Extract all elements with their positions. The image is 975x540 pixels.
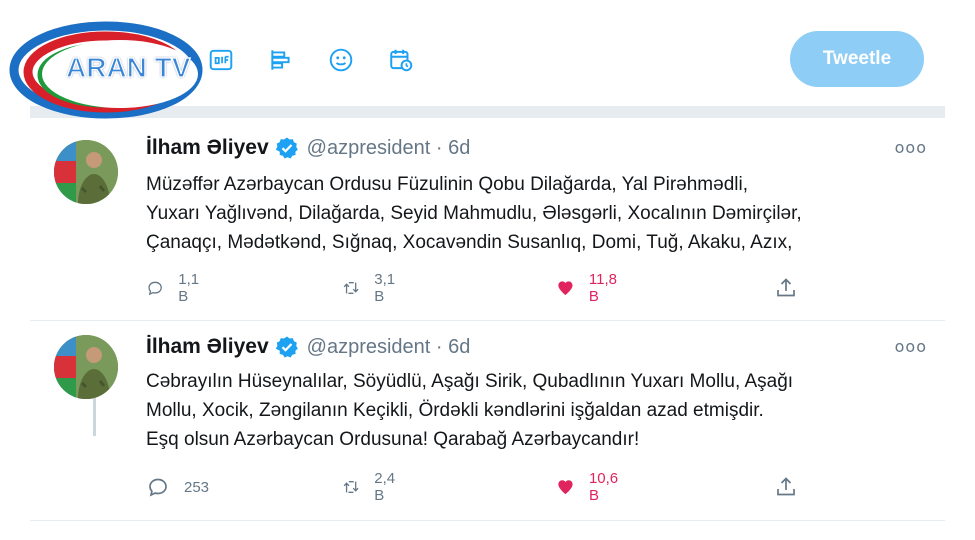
like-count: 10,6 B xyxy=(588,470,619,504)
like-count: 11,8 B xyxy=(588,271,617,305)
retweet-count: 2,4 B xyxy=(374,470,396,504)
reply-count: 253 xyxy=(184,478,210,496)
retweet-count: 3,1 B xyxy=(374,271,396,305)
tweet-text-line: Çanaqçı, Mədətkənd, Sığnaq, Xocavəndin S… xyxy=(146,232,793,253)
share-icon xyxy=(777,477,795,496)
author-name[interactable]: İlham Əliyev xyxy=(146,136,269,160)
tweet[interactable]: İlham Əliyev @azpresident · 6d ooo Müzəf… xyxy=(30,118,945,436)
retweet-icon xyxy=(343,481,359,493)
tweet-button[interactable]: Tweetle xyxy=(790,31,924,87)
timeline-bottom xyxy=(30,520,945,540)
author-name[interactable]: İlham Əliyev xyxy=(146,335,269,359)
tweet-text-line: Yuxarı Yağlıvənd, Dilağarda, Seyid Mahmu… xyxy=(146,203,802,224)
heart-icon xyxy=(558,281,573,296)
like-button[interactable]: 11,8 B xyxy=(556,271,622,305)
like-button[interactable]: 10,6 B xyxy=(556,470,623,504)
verified-badge-icon xyxy=(275,336,298,358)
verified-badge-icon xyxy=(275,137,298,159)
reply-count: 1,1 B xyxy=(178,271,200,305)
reply-icon xyxy=(148,281,162,296)
right-margin xyxy=(947,0,975,540)
tweet-text: Cəbrayılın Hüseynalılar, Söyüdlü, Aşağı … xyxy=(146,367,936,454)
more-options-icon[interactable]: ooo xyxy=(895,138,927,157)
retweet-icon xyxy=(343,282,359,294)
schedule-icon[interactable] xyxy=(388,47,414,73)
share-button[interactable] xyxy=(774,274,798,302)
logo-text: ARAN TV xyxy=(65,51,191,83)
tweet[interactable]: İlham Əliyev @azpresident · 6d ooo Cəbra… xyxy=(30,320,945,520)
tweet-text-line: Eşq olsun Azərbaycan Ordusuna! Qarabağ A… xyxy=(146,429,640,450)
tweet-header: İlham Əliyev @azpresident · 6d xyxy=(146,136,470,160)
aran-tv-logo: ARAN TV xyxy=(8,18,213,128)
share-button[interactable] xyxy=(774,473,798,501)
more-options-icon[interactable]: ooo xyxy=(895,337,927,356)
tweet-text: Müzəffər Azərbaycan Ordusu Füzulinin Qob… xyxy=(146,170,936,257)
tweet-text-line: Cəbrayılın Hüseynalılar, Söyüdlü, Aşağı … xyxy=(146,371,794,392)
poll-icon[interactable] xyxy=(268,47,294,73)
author-handle[interactable]: @azpresident · 6d xyxy=(307,336,471,359)
tweet-header: İlham Əliyev @azpresident · 6d xyxy=(146,335,470,359)
retweet-button[interactable]: 2,4 B xyxy=(342,470,401,504)
heart-icon xyxy=(558,480,573,495)
avatar[interactable] xyxy=(54,140,118,204)
reply-icon xyxy=(149,478,167,497)
avatar[interactable] xyxy=(54,335,118,399)
reply-button[interactable]: 253 xyxy=(146,473,209,501)
tweet-text-line: Müzəffər Azərbaycan Ordusu Füzulinin Qob… xyxy=(146,174,748,195)
tweet-text-line: Mollu, Xocik, Zəngilanın Keçikli, Ördəkl… xyxy=(146,400,764,421)
author-handle[interactable]: @azpresident · 6d xyxy=(307,137,471,160)
retweet-button[interactable]: 3,1 B xyxy=(342,271,401,305)
share-icon xyxy=(777,278,795,297)
emoji-icon[interactable] xyxy=(328,47,354,73)
reply-button[interactable]: 1,1 B xyxy=(146,271,205,305)
